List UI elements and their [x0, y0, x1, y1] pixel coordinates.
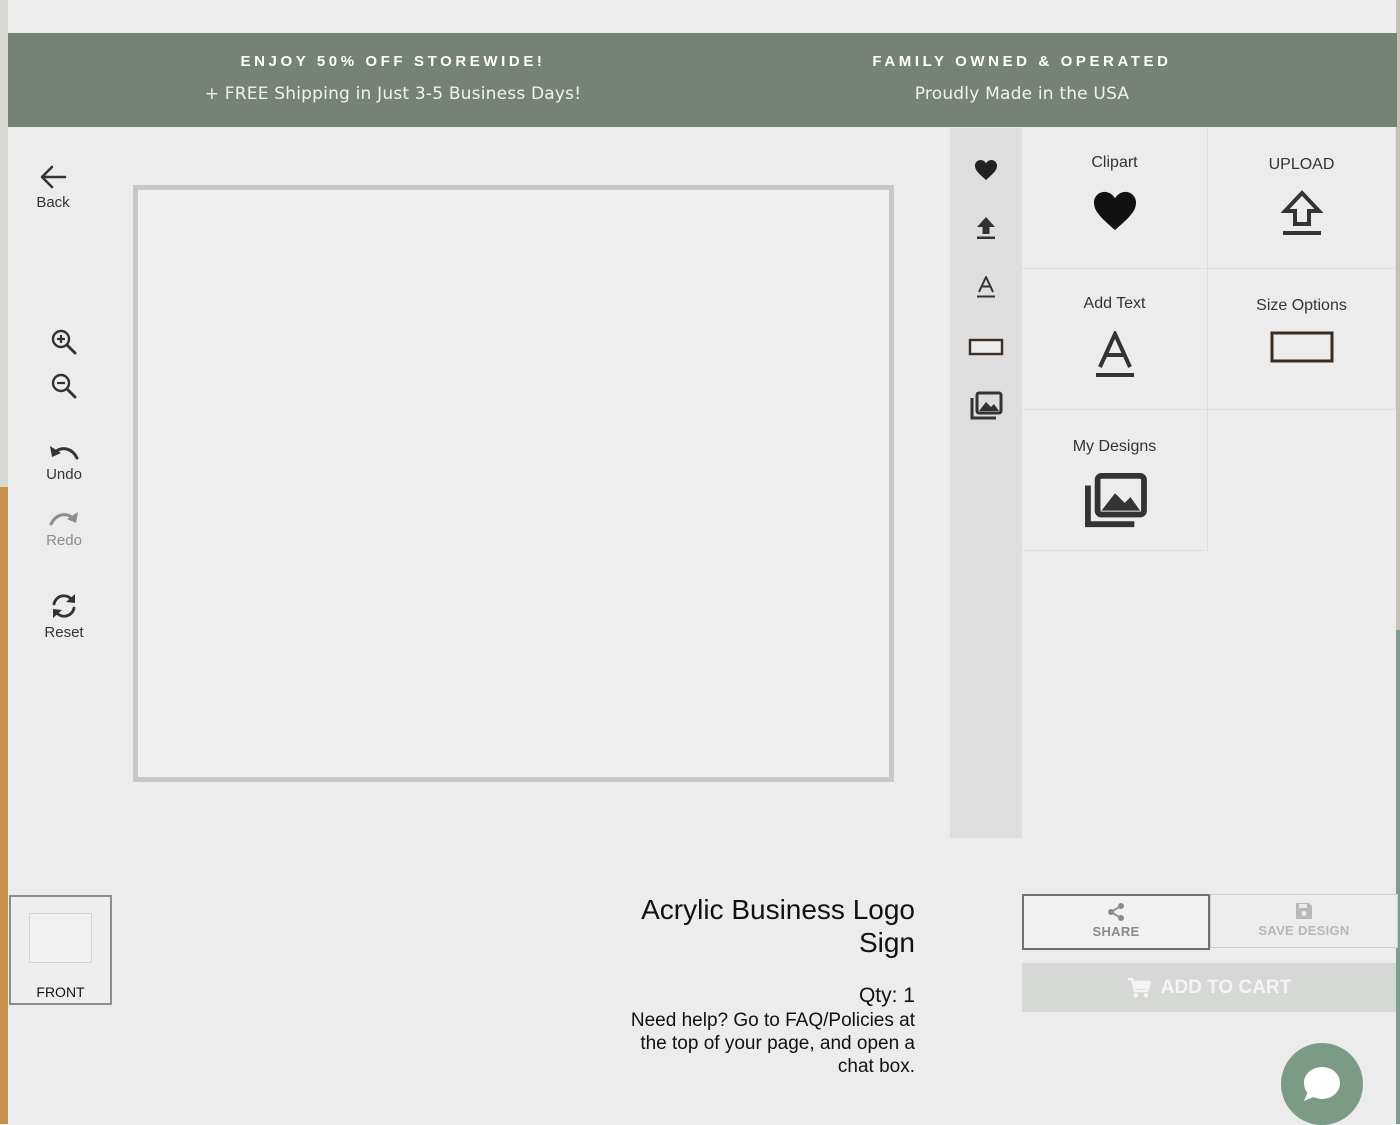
upload-icon [977, 217, 995, 239]
rectangle-icon [968, 338, 1004, 356]
text-icon [1095, 331, 1134, 377]
tool-panel: Clipart UPLOAD Add Text Size Options My … [1022, 128, 1396, 553]
promo-left-subtext: + FREE Shipping in Just 3-5 Business Day… [204, 84, 582, 104]
redo-label: Redo [46, 532, 82, 549]
chat-bubble-icon [1304, 1067, 1340, 1101]
view-thumbnail-label: FRONT [36, 984, 85, 1000]
top-strip [8, 0, 1396, 33]
promo-left: ENJOY 50% OFF STOREWIDE! + FREE Shipping… [113, 33, 673, 104]
page-edge-right-accent [1396, 630, 1400, 1124]
promo-right: FAMILY OWNED & OPERATED Proudly Made in … [742, 33, 1302, 104]
refresh-icon [52, 594, 76, 618]
size-options-label: Size Options [1256, 297, 1347, 314]
help-text: Need help? Go to FAQ/Policies at the top… [600, 1009, 915, 1078]
clipart-tile[interactable]: Clipart [1022, 128, 1208, 269]
help-text-line3: chat box. [837, 1056, 915, 1077]
share-label: SHARE [1092, 924, 1140, 939]
tab-text[interactable] [950, 267, 1022, 307]
add-text-label: Add Text [1083, 295, 1146, 312]
tab-size[interactable] [950, 327, 1022, 367]
promo-banner: ENJOY 50% OFF STOREWIDE! + FREE Shipping… [8, 33, 1397, 127]
my-designs-tile[interactable]: My Designs [1022, 410, 1208, 551]
product-title-line1: Acrylic Business Logo [641, 894, 915, 925]
rectangle-icon [1270, 331, 1333, 363]
page-edge-left-accent [0, 487, 8, 1124]
share-button[interactable]: SHARE [1022, 894, 1210, 950]
size-options-tile[interactable]: Size Options [1208, 269, 1396, 410]
my-designs-label: My Designs [1072, 438, 1157, 455]
product-title: Acrylic Business Logo Sign [600, 893, 915, 959]
promo-right-heading: FAMILY OWNED & OPERATED [872, 53, 1172, 70]
view-thumbnail-front[interactable]: FRONT [9, 895, 112, 1005]
product-info: Acrylic Business Logo Sign Qty: 1 Need h… [600, 893, 915, 1078]
undo-button[interactable]: Undo [20, 442, 108, 483]
undo-label: Undo [46, 466, 82, 483]
upload-arrow-icon [1280, 190, 1323, 235]
zoom-out-icon [51, 373, 77, 399]
help-text-line2: the top of your page, and open a [640, 1033, 915, 1054]
promo-left-heading: ENJOY 50% OFF STOREWIDE! [240, 53, 546, 70]
undo-icon [50, 446, 79, 460]
chat-button[interactable] [1281, 1043, 1363, 1125]
heart-icon [1093, 191, 1136, 231]
gallery-icon [1084, 472, 1147, 528]
help-text-line1: Need help? Go to FAQ/Policies at [630, 1010, 915, 1031]
upload-tile[interactable]: UPLOAD [1208, 128, 1396, 269]
reset-label: Reset [44, 624, 84, 641]
zoom-in-icon [51, 329, 77, 355]
save-design-button[interactable]: SAVE DESIGN [1210, 894, 1398, 948]
redo-icon [49, 512, 78, 526]
back-button[interactable]: Back [9, 164, 97, 211]
product-title-line2: Sign [858, 927, 915, 958]
add-to-cart-label: ADD TO CART [1160, 976, 1292, 998]
design-canvas[interactable] [133, 185, 894, 782]
tab-upload[interactable] [950, 208, 1022, 248]
gallery-icon [970, 391, 1003, 420]
clipart-label: Clipart [1091, 154, 1138, 171]
redo-button[interactable]: Redo [20, 508, 108, 549]
floppy-disk-icon [1296, 903, 1312, 919]
product-quantity: Qty: 1 [858, 984, 915, 1007]
thumbnail-preview [29, 913, 92, 963]
add-to-cart-button[interactable]: ADD TO CART [1022, 963, 1396, 1012]
back-label: Back [36, 194, 70, 211]
text-icon [977, 276, 995, 298]
upload-label: UPLOAD [1268, 156, 1335, 173]
cart-icon [1127, 977, 1151, 998]
heart-icon [975, 160, 997, 180]
save-design-label: SAVE DESIGN [1258, 923, 1350, 938]
arrow-left-icon [40, 165, 67, 189]
tab-clipart[interactable] [950, 150, 1022, 190]
reset-button[interactable]: Reset [20, 592, 108, 641]
promo-right-subtext: Proudly Made in the USA [914, 84, 1130, 104]
tool-tabs [950, 128, 1022, 838]
zoom-out-button[interactable] [20, 372, 108, 400]
tab-my-designs[interactable] [950, 386, 1022, 426]
zoom-in-button[interactable] [20, 328, 108, 356]
add-text-tile[interactable]: Add Text [1022, 269, 1208, 410]
share-icon [1108, 903, 1124, 921]
